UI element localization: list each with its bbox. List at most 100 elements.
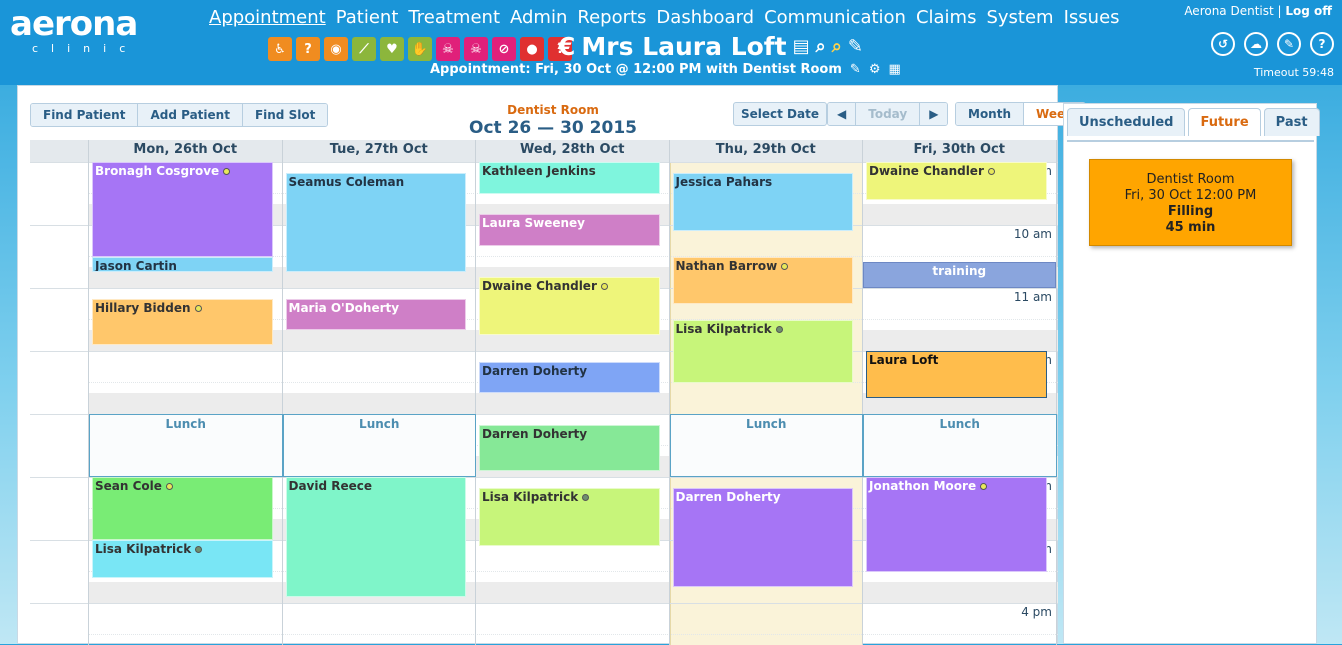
- appointment-block[interactable]: Darren Doherty: [479, 424, 660, 471]
- help-icon[interactable]: ?: [1310, 32, 1334, 56]
- lunch-block: Lunch: [89, 414, 283, 477]
- appointment-patient-name: Kathleen Jenkins: [482, 164, 596, 178]
- status-dot-icon: [600, 283, 608, 291]
- wheelchair-icon[interactable]: ♿: [268, 37, 292, 61]
- lunch-block: Lunch: [282, 414, 476, 477]
- key-search-icon[interactable]: ⌕: [832, 36, 842, 57]
- appointment-block[interactable]: Sean Cole: [92, 477, 273, 540]
- appointment-patient-name: Darren Doherty: [482, 426, 588, 441]
- menu-communication[interactable]: Communication: [764, 7, 906, 28]
- appointment-block[interactable]: David Reece: [285, 477, 466, 597]
- appointment-block[interactable]: Dwaine Chandler: [866, 162, 1047, 200]
- heart-icon[interactable]: ♥: [380, 37, 404, 61]
- appointment-block[interactable]: Laura Loft: [866, 351, 1047, 399]
- appointment-patient-name: Jonathon Moore: [869, 479, 977, 493]
- day-header: Wed, 28th Oct: [476, 140, 670, 162]
- appointment-patient-name: Nathan Barrow: [675, 258, 778, 273]
- appointment-block[interactable]: Lisa Kilpatrick: [479, 487, 660, 547]
- appointment-patient-name: Seamus Coleman: [288, 174, 405, 189]
- month-view-button[interactable]: Month: [956, 103, 1025, 125]
- appointment-block[interactable]: Lisa Kilpatrick: [672, 319, 853, 383]
- appointment-patient-name: David Reece: [288, 479, 373, 493]
- next-arrow-icon[interactable]: ▶: [920, 103, 948, 125]
- appointment-block[interactable]: Lisa Kilpatrick: [92, 540, 273, 578]
- menu-claims[interactable]: Claims: [916, 7, 977, 28]
- aerona-logo[interactable]: aerona clinic: [10, 6, 138, 56]
- appointment-patient-name: Maria O'Doherty: [288, 300, 400, 315]
- find-slot-button[interactable]: Find Slot: [242, 104, 328, 126]
- tabs-divider: [1067, 140, 1314, 142]
- status-dot-icon: [582, 493, 590, 501]
- appointment-block[interactable]: Hillary Bidden: [92, 298, 273, 345]
- edit-appointment-icon[interactable]: ✎: [850, 62, 861, 77]
- menu-admin[interactable]: Admin: [510, 7, 567, 28]
- appointment-patient-name: Lisa Kilpatrick: [95, 542, 192, 556]
- menu-treatment[interactable]: Treatment: [408, 7, 500, 28]
- session-timeout: Timeout 59:48: [1253, 66, 1334, 79]
- hearing-icon[interactable]: ?: [296, 37, 320, 61]
- status-dot-icon: [775, 325, 783, 333]
- menu-issues[interactable]: Issues: [1064, 7, 1120, 28]
- appointment-block[interactable]: Laura Sweeney: [479, 214, 660, 246]
- date-range: Oct 26 — 30 2015: [469, 118, 637, 138]
- menu-appointment[interactable]: Appointment: [209, 7, 326, 28]
- appointment-patient-name: Bronagh Cosgrove: [95, 164, 220, 178]
- notes-icon[interactable]: ▤: [793, 36, 810, 57]
- tab-future[interactable]: Future: [1188, 108, 1261, 136]
- date-nav: ◀ Today ▶: [827, 102, 949, 126]
- appointment-block[interactable]: Dwaine Chandler: [479, 277, 660, 336]
- status-dot-icon: [194, 304, 202, 312]
- edit-patient-icon[interactable]: ✎: [848, 36, 863, 57]
- today-button[interactable]: Today: [856, 103, 921, 125]
- appointment-patient-name: Jason Cartin: [95, 258, 177, 273]
- menu-system[interactable]: System: [986, 7, 1053, 28]
- patient-name[interactable]: Mrs Laura Loft: [581, 32, 786, 61]
- logoff-link[interactable]: Log off: [1285, 4, 1332, 18]
- appointment-block[interactable]: Darren Doherty: [479, 361, 660, 394]
- status-dot-icon: [980, 483, 988, 490]
- skull-icon[interactable]: ☠: [436, 37, 460, 61]
- day-header: Mon, 26th Oct: [89, 140, 283, 162]
- appointment-block[interactable]: Kathleen Jenkins: [479, 162, 660, 194]
- appointment-block[interactable]: Jonathon Moore: [866, 477, 1047, 572]
- add-patient-button[interactable]: Add Patient: [138, 104, 243, 126]
- skull-icon-2[interactable]: ☠: [464, 37, 488, 61]
- tools-icon[interactable]: ✎: [1277, 32, 1301, 56]
- syringe-icon[interactable]: ⟋: [352, 37, 376, 61]
- hand-icon[interactable]: ✋: [408, 37, 432, 61]
- chat-icon[interactable]: ☁: [1244, 32, 1268, 56]
- appointment-patient-name: Lisa Kilpatrick: [482, 489, 579, 504]
- gear-icon[interactable]: ⚙: [869, 62, 881, 77]
- appointment-block[interactable]: Maria O'Doherty: [285, 298, 466, 331]
- eye-icon[interactable]: ◉: [324, 37, 348, 61]
- history-icon[interactable]: ↺: [1211, 32, 1235, 56]
- tab-past[interactable]: Past: [1263, 108, 1320, 136]
- appointment-block[interactable]: Darren Doherty: [672, 487, 853, 588]
- time-header: [30, 140, 89, 162]
- card-datetime: Fri, 30 Oct 12:00 PM: [1124, 188, 1257, 203]
- search-icon[interactable]: ⌕: [816, 36, 826, 57]
- appointment-patient-name: Sean Cole: [95, 479, 162, 493]
- find-patient-button[interactable]: Find Patient: [31, 104, 139, 126]
- appointment-block[interactable]: Jason Cartin: [92, 256, 273, 273]
- appointment-patient-name: Laura Sweeney: [482, 216, 585, 231]
- card-room: Dentist Room: [1146, 172, 1235, 187]
- menu-dashboard[interactable]: Dashboard: [656, 7, 754, 28]
- future-appointment-card[interactable]: Dentist Room Fri, 30 Oct 12:00 PM Fillin…: [1089, 159, 1292, 246]
- appointment-summary: Appointment: Fri, 30 Oct @ 12:00 PM with…: [430, 62, 901, 77]
- currency-icon[interactable]: €: [558, 32, 575, 61]
- appointment-block[interactable]: Nathan Barrow: [672, 256, 853, 304]
- menu-reports[interactable]: Reports: [577, 7, 646, 28]
- appointment-block[interactable]: Seamus Coleman: [285, 172, 466, 273]
- appointment-patient-name: Laura Loft: [869, 353, 939, 367]
- no-entry-icon[interactable]: ⊘: [492, 37, 516, 61]
- tab-unscheduled[interactable]: Unscheduled: [1067, 108, 1186, 136]
- menu-patient[interactable]: Patient: [336, 7, 399, 28]
- appointment-block[interactable]: training: [863, 261, 1056, 288]
- appointment-block[interactable]: Bronagh Cosgrove: [92, 162, 273, 257]
- select-date-button[interactable]: Select Date: [733, 102, 827, 126]
- prev-arrow-icon[interactable]: ◀: [828, 103, 857, 125]
- calendar-icon[interactable]: ▦: [888, 62, 900, 77]
- appointment-block[interactable]: Jessica Pahars: [672, 172, 853, 232]
- blood-drop-icon[interactable]: ●: [520, 37, 544, 61]
